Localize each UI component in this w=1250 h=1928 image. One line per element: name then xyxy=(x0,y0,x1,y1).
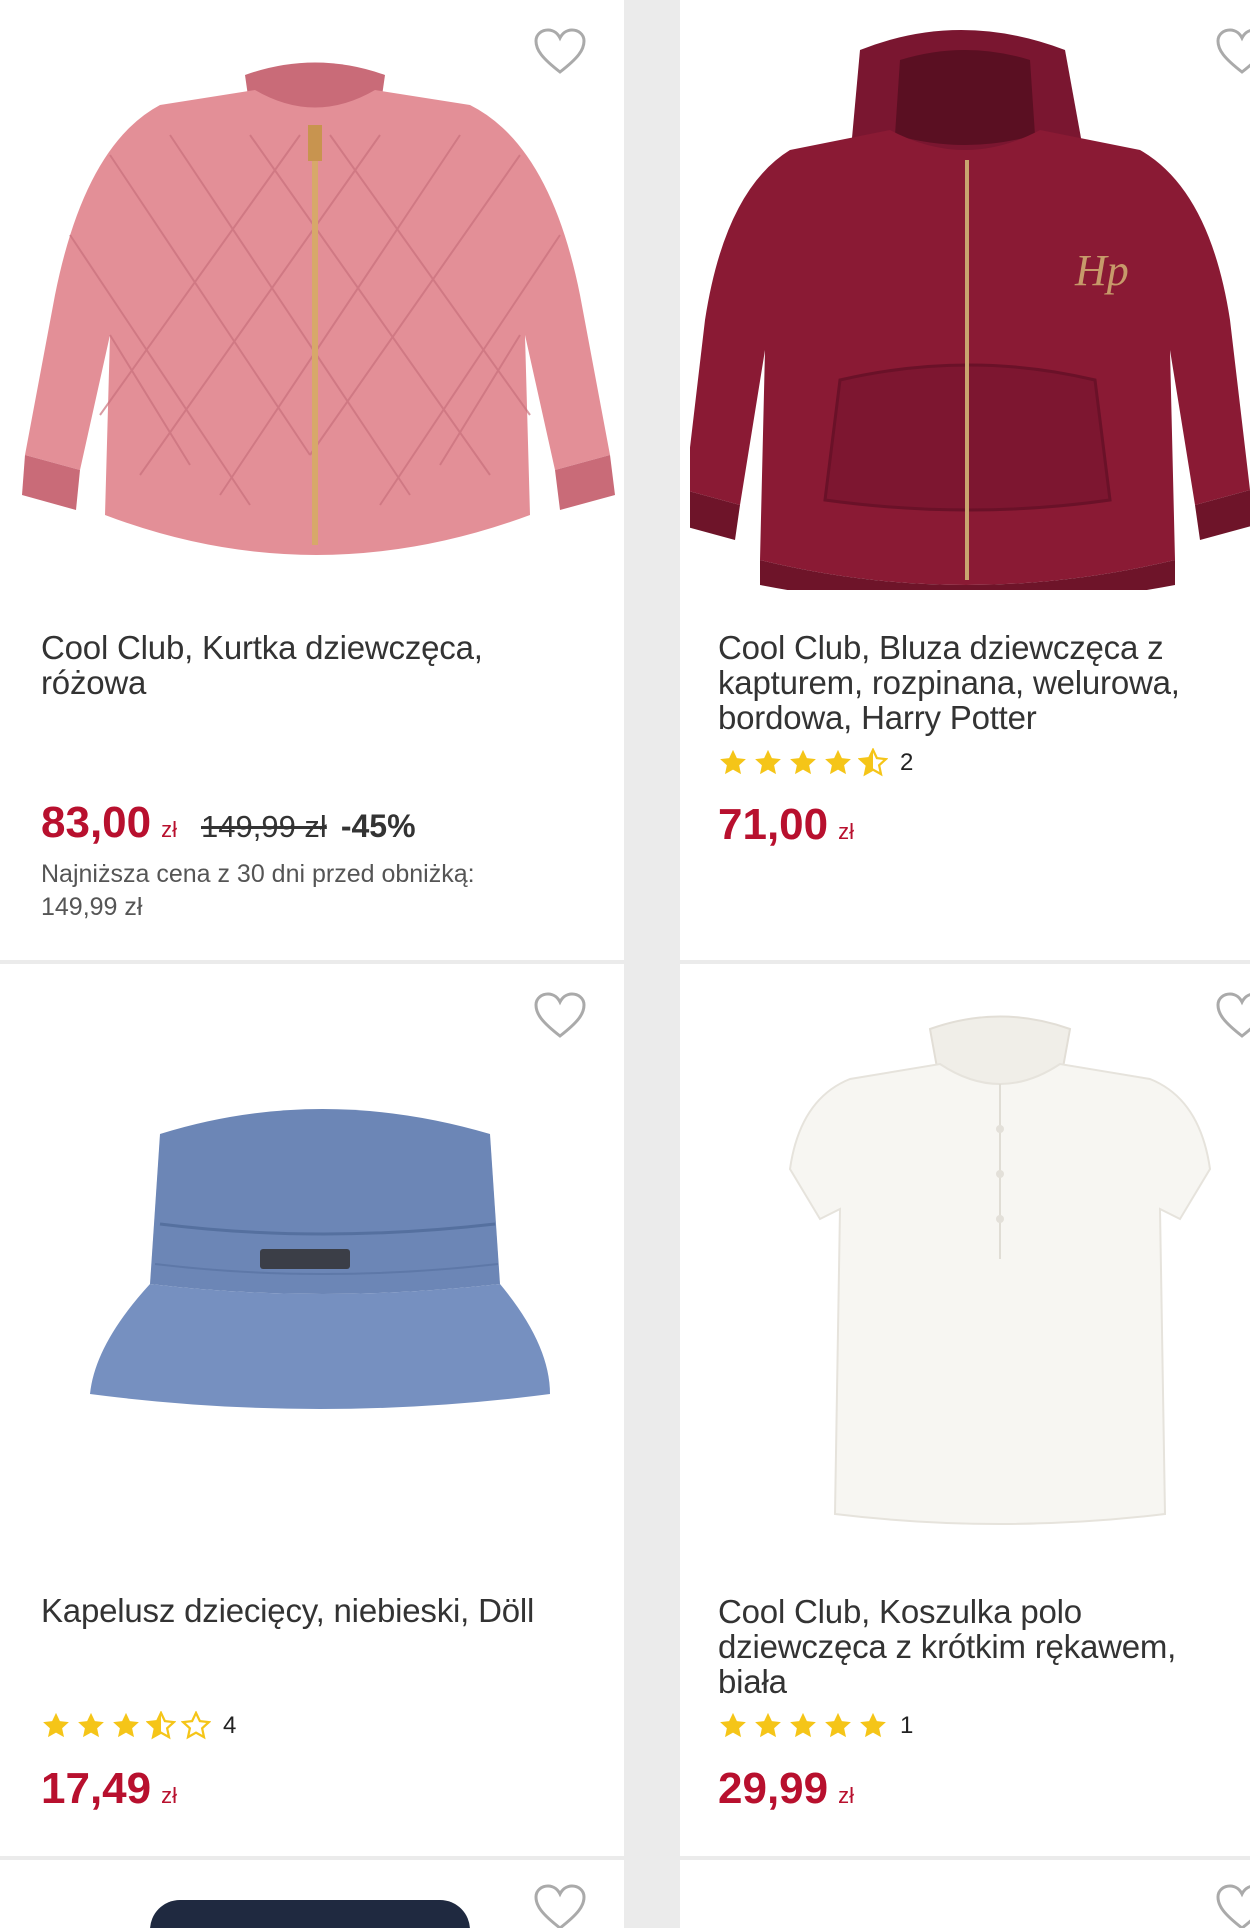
price: 71,00 xyxy=(718,800,829,849)
rating: 4 xyxy=(41,1710,236,1742)
price-row: 17,49 zł xyxy=(41,1764,177,1814)
currency: zł xyxy=(161,817,177,842)
rating-stars xyxy=(718,1711,888,1741)
star-icon xyxy=(718,1711,748,1741)
product-card[interactable]: Kapelusz dziecięcy, niebieski, Döll 4 17… xyxy=(0,964,624,1856)
rating-stars xyxy=(41,1711,211,1741)
price-row: 83,00 zł 149,99 zł -45% xyxy=(41,798,416,848)
product-title[interactable]: Cool Club, Bluza dziewczęca z kapturem, … xyxy=(718,630,1180,735)
star-half-icon xyxy=(146,1711,176,1741)
heart-icon[interactable] xyxy=(534,1884,586,1928)
product-card[interactable]: Cool Club, Kurtka dziewczęca, różowa 83,… xyxy=(0,0,624,960)
heart-icon[interactable] xyxy=(1216,1884,1250,1928)
product-image[interactable] xyxy=(770,1009,1230,1539)
star-half-icon xyxy=(858,748,888,778)
title-line: biała xyxy=(718,1663,787,1700)
star-icon xyxy=(718,748,748,778)
star-icon xyxy=(788,748,818,778)
rating-stars xyxy=(718,748,888,778)
rating-count: 4 xyxy=(223,1712,237,1739)
lowest-price-value: 149,99 zł xyxy=(41,893,143,921)
lowest-price-note: Najniższa cena z 30 dni przed obniżką: 1… xyxy=(41,858,475,924)
star-icon xyxy=(76,1711,106,1741)
rating-count: 1 xyxy=(900,1712,914,1739)
product-card[interactable]: Cool Club, Koszulka polo dziewczęca z kr… xyxy=(680,964,1250,1856)
product-image[interactable] xyxy=(10,35,620,565)
title-line: bordowa, Harry Potter xyxy=(718,699,1037,736)
title-line: Kapelusz dziecięcy, niebieski, Döll xyxy=(41,1592,535,1629)
discount-badge: -45% xyxy=(340,808,416,844)
product-image[interactable] xyxy=(80,1094,560,1434)
price-row: 29,99 zł xyxy=(718,1764,854,1814)
product-title[interactable]: Kapelusz dziecięcy, niebieski, Döll xyxy=(41,1593,534,1628)
rating-count: 2 xyxy=(900,749,914,776)
product-title[interactable]: Cool Club, Koszulka polo dziewczęca z kr… xyxy=(718,1594,1176,1699)
star-icon xyxy=(823,748,853,778)
rating: 1 xyxy=(718,1710,913,1742)
svg-text:Hp: Hp xyxy=(1074,246,1129,295)
product-card[interactable] xyxy=(0,1860,624,1928)
title-line: Cool Club, Bluza dziewczęca z xyxy=(718,629,1164,666)
price-row: 71,00 zł xyxy=(718,800,854,850)
star-icon xyxy=(788,1711,818,1741)
product-card[interactable] xyxy=(680,1860,1250,1928)
title-line: Cool Club, Koszulka polo xyxy=(718,1593,1082,1630)
price: 29,99 xyxy=(718,1764,829,1813)
rating: 2 xyxy=(718,747,913,779)
lowest-price-label: Najniższa cena z 30 dni przed obniżką: xyxy=(41,860,475,888)
old-price: 149,99 zł xyxy=(201,809,327,844)
star-icon xyxy=(753,1711,783,1741)
star-icon xyxy=(111,1711,141,1741)
product-image[interactable]: Hp xyxy=(690,20,1250,590)
product-card[interactable]: Hp Cool Club, Bluza dziewczęca z kapture… xyxy=(680,0,1250,960)
product-image[interactable] xyxy=(150,1900,470,1928)
title-line: różowa xyxy=(41,664,147,701)
star-icon xyxy=(753,748,783,778)
currency: zł xyxy=(838,1783,854,1808)
star-empty-icon xyxy=(181,1711,211,1741)
price: 17,49 xyxy=(41,1764,152,1813)
title-line: dziewczęca z krótkim rękawem, xyxy=(718,1628,1177,1665)
star-icon xyxy=(823,1711,853,1741)
title-line: kapturem, rozpinana, welurowa, xyxy=(718,664,1180,701)
currency: zł xyxy=(161,1783,177,1808)
price: 83,00 xyxy=(41,798,152,847)
star-icon xyxy=(858,1711,888,1741)
title-line: Cool Club, Kurtka dziewczęca, xyxy=(41,629,483,666)
currency: zł xyxy=(838,819,854,844)
heart-icon[interactable] xyxy=(534,992,586,1040)
star-icon xyxy=(41,1711,71,1741)
product-title[interactable]: Cool Club, Kurtka dziewczęca, różowa xyxy=(41,630,483,700)
